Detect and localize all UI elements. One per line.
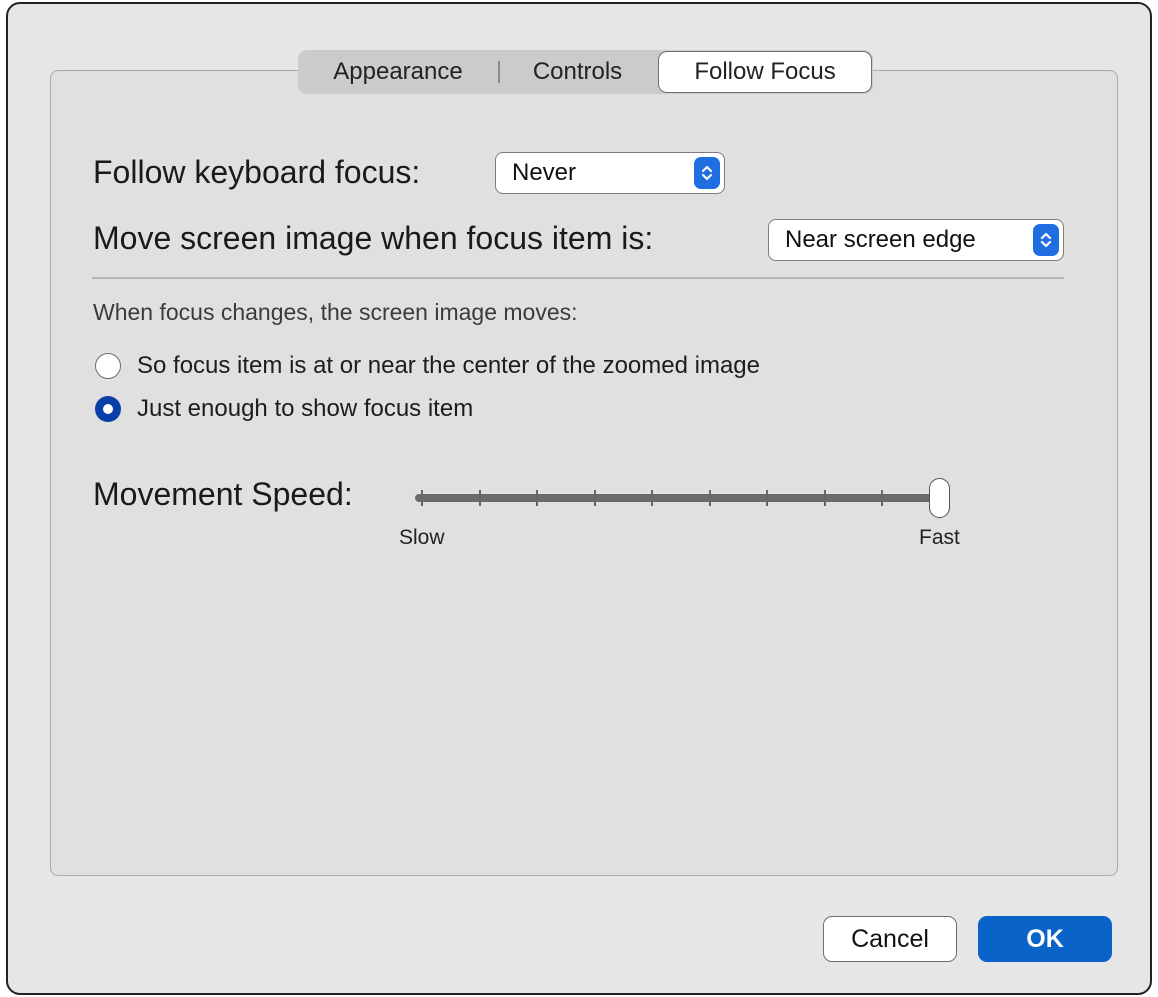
follow-keyboard-focus-popup[interactable]: Never: [495, 152, 725, 194]
radio-option-center[interactable]: So focus item is at or near the center o…: [95, 352, 760, 380]
slider-tick: [766, 490, 768, 506]
movement-speed-slider-thumb[interactable]: [929, 478, 950, 518]
tab-bar: Appearance Controls Follow Focus: [298, 50, 873, 94]
move-screen-image-label: Move screen image when focus item is:: [93, 220, 654, 256]
slider-tick: [708, 490, 711, 506]
slider-tick: [478, 490, 481, 506]
slider-min-label: Slow: [399, 526, 445, 549]
tab-follow-focus[interactable]: Follow Focus: [658, 51, 872, 93]
ok-button[interactable]: OK: [978, 916, 1112, 962]
movement-speed-label: Movement Speed:: [93, 476, 353, 512]
focus-changes-caption: When focus changes, the screen image mov…: [93, 299, 578, 325]
radio-option-just-enough[interactable]: Just enough to show focus item: [95, 395, 473, 423]
chevron-up-down-icon: [1033, 224, 1059, 256]
radio-button-unselected[interactable]: [95, 353, 121, 379]
move-screen-image-value: Near screen edge: [785, 226, 976, 253]
cancel-button[interactable]: Cancel: [823, 916, 957, 962]
radio-option-center-label: So focus item is at or near the center o…: [137, 352, 760, 379]
slider-tick: [593, 490, 596, 506]
slider-tick: [536, 490, 538, 506]
radio-button-selected[interactable]: [95, 396, 121, 422]
follow-keyboard-focus-value: Never: [512, 159, 577, 186]
slider-tick: [651, 490, 653, 506]
slider-tick: [823, 490, 826, 506]
tab-appearance[interactable]: Appearance: [298, 50, 498, 94]
section-divider: [92, 277, 1064, 279]
radio-option-just-enough-label: Just enough to show focus item: [137, 395, 474, 422]
chevron-up-down-icon: [694, 157, 720, 189]
follow-keyboard-focus-label: Follow keyboard focus:: [93, 154, 421, 190]
tab-controls[interactable]: Controls: [500, 50, 655, 94]
slider-tick: [881, 490, 883, 506]
movement-speed-slider-track[interactable]: [415, 494, 940, 502]
slider-tick: [421, 490, 423, 506]
move-screen-image-popup[interactable]: Near screen edge: [768, 219, 1064, 261]
slider-max-label: Fast: [919, 526, 960, 549]
